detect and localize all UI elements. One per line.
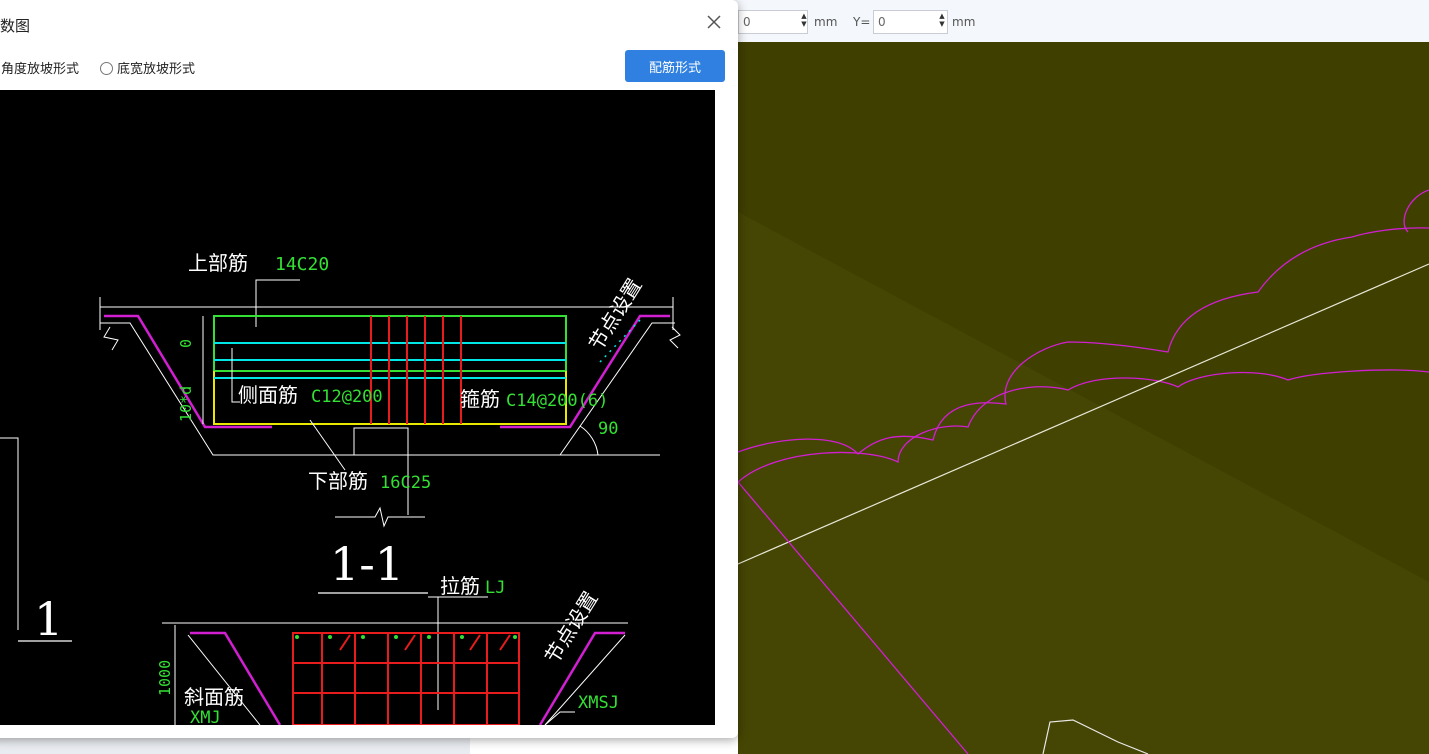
xmsj-value: XMSJ bbox=[578, 693, 619, 713]
break-symbol-right bbox=[669, 326, 681, 349]
cloud-outline-upper bbox=[1403, 189, 1429, 233]
cad-canvas bbox=[738, 189, 1429, 754]
tie-bar-label: 拉筋 bbox=[440, 574, 480, 598]
angle-value: 90 bbox=[598, 419, 618, 439]
slope-bar-label: 斜面筋 bbox=[184, 685, 244, 709]
radio-angle-slope-label: 角度放坡形式 bbox=[1, 62, 80, 77]
break-symbol-bottom bbox=[335, 506, 425, 528]
rebar-form-button[interactable]: 配筋形式 bbox=[625, 50, 725, 82]
radio-angle-slope[interactable]: 角度放坡形式 bbox=[1, 58, 79, 77]
bottom-bar-value: 16C25 bbox=[380, 473, 431, 493]
radio-width-slope[interactable]: 底宽放坡形式 bbox=[100, 58, 195, 77]
drawing-preview: 上部筋 14C20 0 10*d 节点设置 侧面筋 C12@200 箍筋 C14… bbox=[0, 90, 715, 725]
slope-bar-value: XMJ bbox=[190, 708, 221, 725]
dim-zero: 0 bbox=[177, 339, 195, 348]
break-symbol-left bbox=[103, 326, 119, 351]
x-spinner-icon[interactable]: ▲ ▼ bbox=[799, 12, 809, 30]
top-bar-leader bbox=[255, 279, 300, 327]
bottom-bar-label: 下部筋 bbox=[308, 469, 368, 493]
stirrup-label: 箍筋 bbox=[460, 387, 500, 411]
angle-arc bbox=[579, 425, 599, 456]
close-button[interactable] bbox=[702, 10, 726, 34]
section-drawing-canvas: 上部筋 14C20 0 10*d 节点设置 侧面筋 C12@200 箍筋 C14… bbox=[0, 251, 681, 725]
x-unit-label: mm bbox=[814, 15, 838, 29]
side-bar-value: C12@200 bbox=[311, 387, 383, 407]
dialog-title: 数图 bbox=[0, 17, 31, 35]
stirrup-value: C14@200(6) bbox=[506, 391, 608, 411]
node-setting-top: 节点设置 bbox=[584, 274, 647, 355]
tie-bar-value: LJ bbox=[485, 578, 505, 598]
bottom-bar-leader bbox=[309, 419, 346, 471]
y-unit-label: mm bbox=[952, 15, 976, 29]
side-bar-label: 侧面筋 bbox=[238, 383, 298, 407]
dim-lad: 10*d bbox=[177, 386, 195, 422]
left-section-mark: 1 bbox=[34, 592, 63, 646]
y-label: Y= bbox=[853, 15, 871, 29]
node-setting-bottom: 节点设置 bbox=[540, 587, 603, 668]
xmsj-leader bbox=[544, 711, 575, 725]
section-drawing-dialog: 数图 角度放坡形式 底宽放坡形式 配筋形式 上部筋 14C20 0 10*d 节… bbox=[0, 0, 738, 738]
section-label: 1-1 bbox=[330, 537, 404, 591]
close-icon bbox=[707, 15, 721, 29]
radio-circle-icon bbox=[100, 62, 113, 75]
shaded-region bbox=[738, 212, 1429, 754]
top-bar-label: 上部筋 bbox=[188, 251, 248, 275]
lower-rebar-dots bbox=[295, 635, 517, 639]
left-partial-outline bbox=[0, 437, 19, 630]
radio-width-slope-label: 底宽放坡形式 bbox=[117, 62, 196, 77]
x-coordinate-input[interactable] bbox=[738, 10, 808, 34]
y-spinner-icon[interactable]: ▲ ▼ bbox=[937, 12, 947, 30]
cad-viewport[interactable] bbox=[738, 42, 1429, 754]
top-bar-value: 14C20 bbox=[275, 254, 329, 275]
lower-rebar-grid bbox=[292, 632, 520, 725]
dim-1000: 1000 bbox=[156, 660, 174, 696]
